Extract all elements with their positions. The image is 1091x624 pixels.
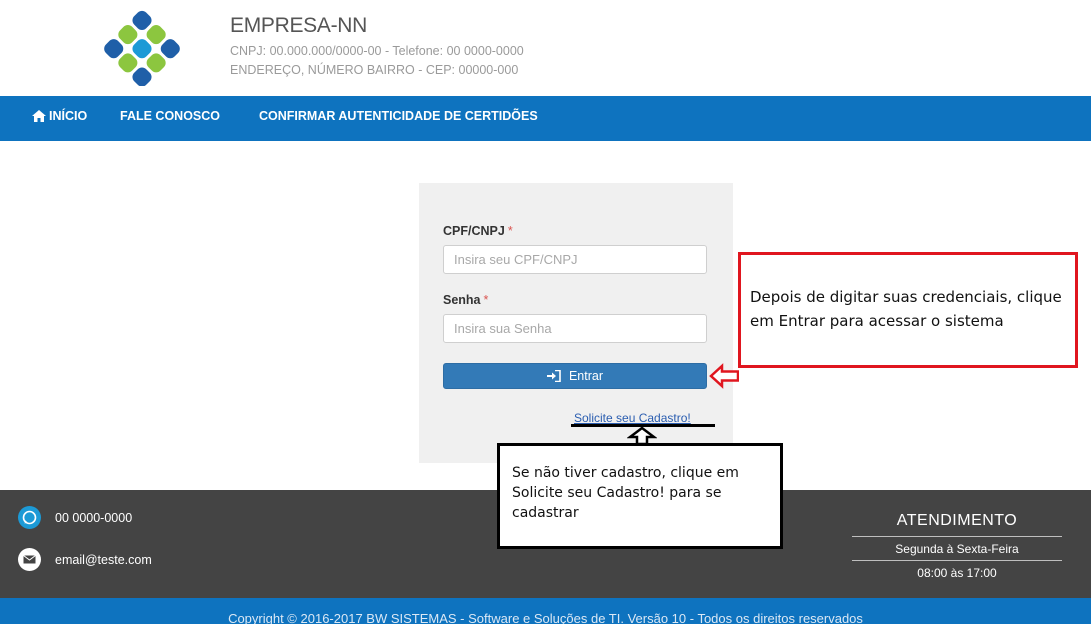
login-hint-callout: Depois de digitar suas credenciais, cliq… (738, 252, 1078, 368)
required-mark: * (507, 224, 513, 238)
attendance-hours: 08:00 às 17:00 (917, 566, 997, 580)
cpf-label: CPF/CNPJ * (443, 224, 513, 238)
attendance-days: Segunda à Sexta-Feira (895, 542, 1019, 556)
footer-email-text: email@teste.com (55, 552, 152, 567)
password-input[interactable] (443, 314, 707, 343)
register-link[interactable]: Solicite seu Cadastro! (574, 411, 691, 425)
envelope-icon (18, 548, 41, 571)
register-hint-callout: Se não tiver cadastro, clique em Solicit… (497, 443, 783, 549)
page: EMPRESA-NN CNPJ: 00.000.000/0000-00 - Te… (0, 0, 1091, 624)
password-label-text: Senha (443, 293, 481, 307)
copyright-text: Copyright © 2016-2017 BW SISTEMAS - Soft… (228, 611, 863, 624)
copyright-bar: Copyright © 2016-2017 BW SISTEMAS - Soft… (0, 598, 1091, 624)
whatsapp-icon (18, 506, 41, 529)
sign-in-icon (546, 370, 561, 382)
attendance-title: ATENDIMENTO (896, 512, 1018, 529)
footer-phone: 00 0000-0000 (18, 506, 132, 529)
footer-email: email@teste.com (18, 548, 152, 571)
company-name: EMPRESA-NN (230, 14, 368, 37)
header: EMPRESA-NN CNPJ: 00.000.000/0000-00 - Te… (0, 0, 1091, 96)
attendance-divider (852, 536, 1062, 537)
attendance-divider (852, 560, 1062, 561)
password-label: Senha * (443, 293, 488, 307)
nav-contact[interactable]: FALE CONOSCO (120, 109, 220, 123)
login-button[interactable]: Entrar (443, 363, 707, 389)
nav-contact-label: FALE CONOSCO (120, 109, 221, 123)
nav-verify-label: CONFIRMAR AUTENTICIDADE DE CERTIDÕES (259, 109, 538, 123)
nav-home[interactable]: INÍCIO (32, 109, 87, 123)
nav-verify-certificates[interactable]: CONFIRMAR AUTENTICIDADE DE CERTIDÕES (259, 109, 538, 123)
company-logo (104, 10, 180, 86)
login-panel: CPF/CNPJ* Senha* Entrar Solicite seu Cad… (419, 183, 733, 463)
nav-home-label: INÍCIO (49, 109, 88, 123)
required-mark: * (483, 293, 489, 307)
company-info-line: CNPJ: 00.000.000/0000-00 - Telefone: 00 … (230, 44, 524, 58)
navbar: INÍCIO FALE CONOSCO CONFIRMAR AUTENTICID… (0, 96, 1091, 141)
company-address-line: ENDEREÇO, NÚMERO BAIRRO - CEP: 00000-000 (230, 63, 519, 77)
home-icon (32, 110, 46, 122)
cpf-input[interactable] (443, 245, 707, 274)
red-arrow-left-icon (709, 363, 739, 389)
footer-phone-text: 00 0000-0000 (55, 510, 133, 525)
cpf-label-text: CPF/CNPJ (443, 224, 505, 238)
login-button-label: Entrar (568, 369, 604, 383)
